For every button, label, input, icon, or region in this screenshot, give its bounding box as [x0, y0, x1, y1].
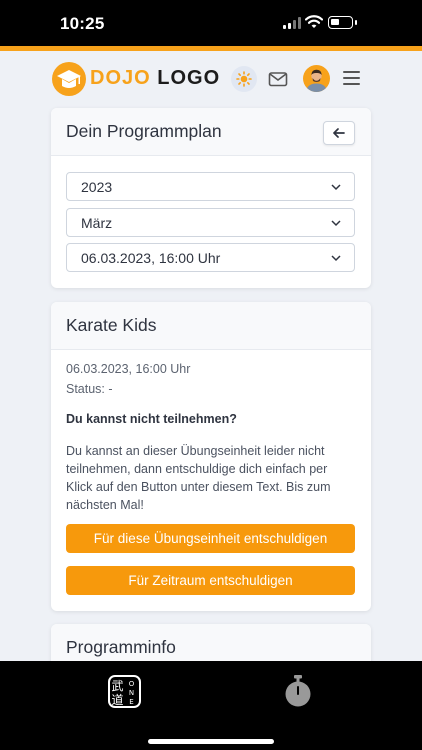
stopwatch-icon[interactable] — [283, 674, 313, 708]
app-logo[interactable]: DOJO LOGO — [90, 67, 220, 90]
avatar[interactable] — [303, 65, 330, 92]
session-datetime: 06.03.2023, 16:00 Uhr — [66, 362, 191, 376]
sun-icon — [236, 71, 252, 87]
date-select[interactable]: 06.03.2023, 16:00 Uhr — [66, 243, 355, 272]
cellular-signal-icon — [283, 17, 301, 29]
dojo-letter-o: O — [129, 680, 135, 688]
program-plan-header: Dein Programmplan — [51, 108, 371, 156]
logo-text-dojo: DOJO — [90, 67, 151, 89]
logo-text-logo: LOGO — [157, 67, 221, 89]
date-select-value: 06.03.2023, 16:00 Uhr — [81, 249, 221, 266]
mail-icon[interactable] — [268, 69, 288, 89]
session-status: Status: - — [66, 382, 113, 396]
dojo-letter-n: N — [129, 689, 134, 697]
dojo-letter-e: E — [129, 698, 133, 706]
theme-toggle-button[interactable] — [231, 66, 257, 92]
session-title: Karate Kids — [66, 315, 157, 335]
app-header: DOJO LOGO — [0, 51, 422, 107]
hamburger-menu-icon[interactable] — [343, 71, 360, 85]
graduation-cap-icon[interactable] — [52, 62, 86, 96]
session-card: Karate Kids 06.03.2023, 16:00 Uhr Status… — [51, 302, 371, 611]
battery-level — [331, 19, 339, 25]
status-bar: 10:25 — [0, 0, 422, 46]
home-indicator — [148, 739, 274, 744]
dojo-kanji-do: 道 — [112, 693, 124, 706]
notice-heading: Du kannst nicht teilnehmen? — [66, 412, 237, 426]
notice-text: Du kannst an dieser Übungseinheit leider… — [66, 444, 331, 512]
program-info-title: Programminfo — [66, 637, 176, 657]
chevron-down-icon — [331, 220, 341, 227]
year-select-value: 2023 — [81, 178, 113, 195]
excuse-session-button[interactable]: Für diese Übungseinheit entschuldigen — [66, 524, 355, 553]
bottom-nav: 武 道 O N E — [0, 661, 422, 750]
arrow-left-icon — [333, 128, 345, 138]
month-select[interactable]: März — [66, 208, 355, 237]
back-button[interactable] — [323, 121, 355, 145]
program-plan-card: Dein Programmplan 2023 März 06.03.2023, … — [51, 108, 371, 288]
session-header: Karate Kids — [51, 302, 371, 350]
dojo-one-icon[interactable]: 武 道 O N E — [108, 675, 141, 708]
dojo-kanji-bu: 武 — [112, 679, 124, 693]
excuse-period-button[interactable]: Für Zeitraum entschuldigen — [66, 566, 355, 595]
status-time: 10:25 — [60, 14, 105, 33]
wifi-icon — [305, 15, 323, 28]
month-select-value: März — [81, 214, 113, 231]
program-plan-title: Dein Programmplan — [66, 121, 222, 141]
battery-icon — [328, 16, 357, 29]
chevron-down-icon — [331, 184, 341, 191]
chevron-down-icon — [331, 255, 341, 262]
year-select[interactable]: 2023 — [66, 172, 355, 201]
